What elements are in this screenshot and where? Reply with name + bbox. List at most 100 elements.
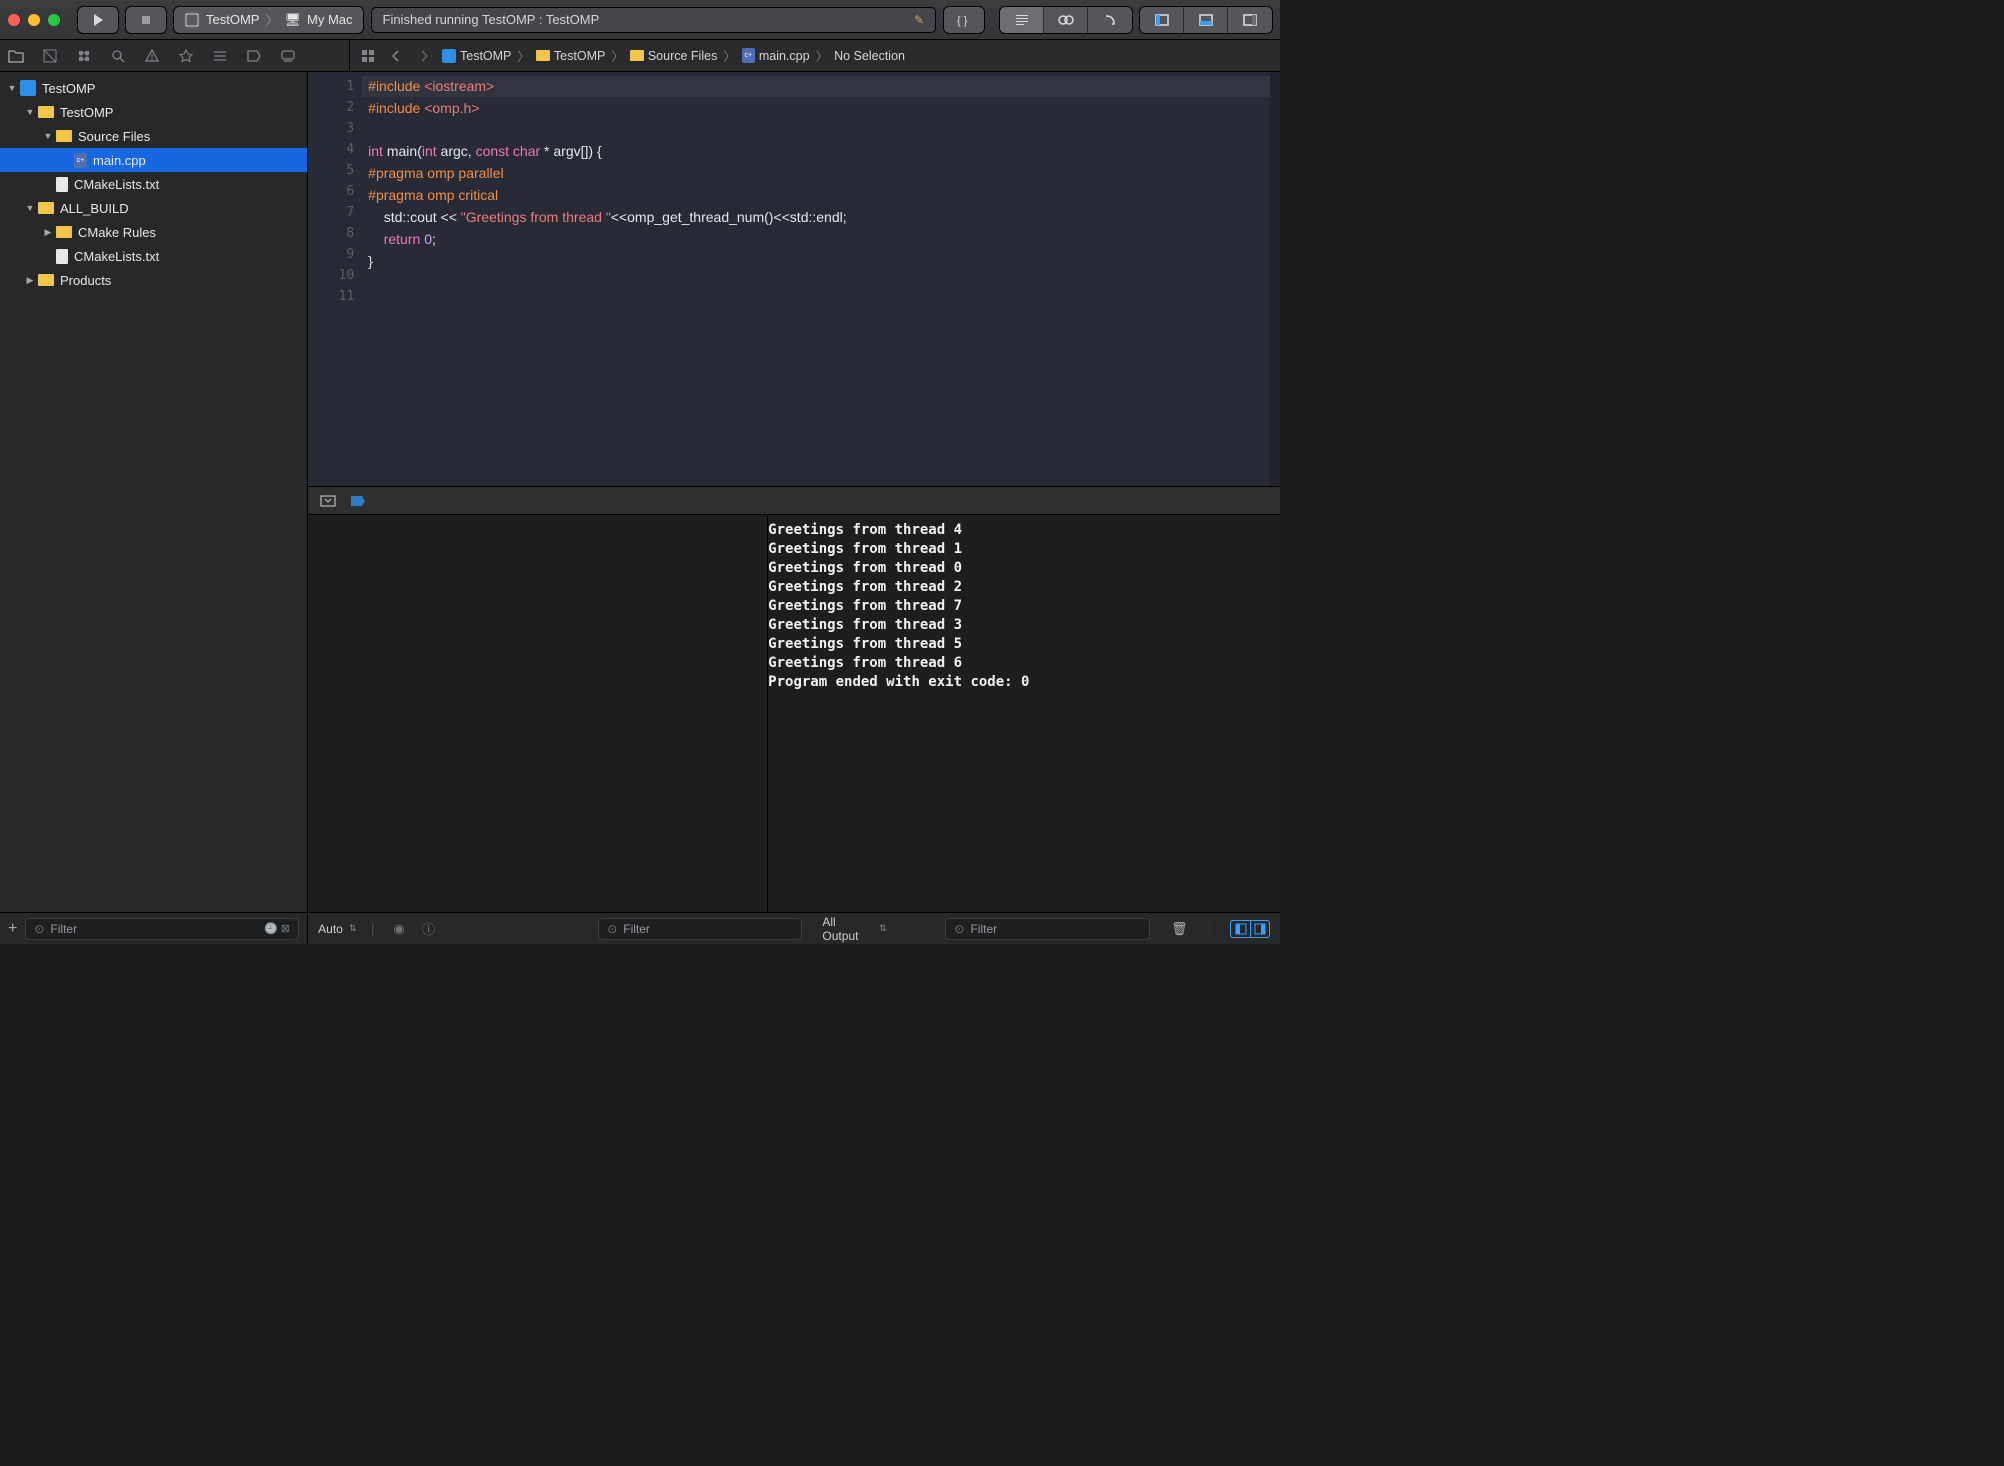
recent-filter-icon[interactable]: 🕘 ⊠ [264, 922, 290, 935]
standard-editor-button[interactable] [1000, 7, 1044, 33]
breadcrumb[interactable]: TestOMP〉 TestOMP〉 Source Files〉 main.cpp… [442, 46, 905, 65]
folder-icon [56, 226, 72, 238]
breakpoint-navigator-icon[interactable] [244, 46, 264, 66]
proj-icon [20, 80, 36, 96]
console-scope-popup[interactable]: All Output [822, 915, 886, 943]
tree-item[interactable]: ▼Source Files [0, 124, 307, 148]
monitor-icon: 🖥 [284, 12, 301, 28]
file-cpp-icon [74, 153, 87, 168]
file-icon [56, 249, 68, 264]
filter-icon: ⊙ [954, 922, 964, 936]
code-editor[interactable]: 1234567891011 #include <iostream> #inclu… [308, 72, 1280, 487]
divider: ｜ [366, 919, 379, 938]
symbol-navigator-icon[interactable] [74, 46, 94, 66]
version-editor-button[interactable] [1088, 7, 1132, 33]
console-pane-toggle[interactable] [1230, 920, 1270, 938]
report-navigator-icon[interactable] [278, 46, 298, 66]
file-icon [56, 177, 68, 192]
tree-item-label: Source Files [78, 129, 150, 144]
info-icon[interactable]: ⓘ [419, 919, 438, 939]
variables-scope-popup[interactable]: Auto [318, 922, 356, 936]
code-area[interactable]: #include <iostream> #include <omp.h> int… [362, 72, 1280, 486]
editor-mode-group [1000, 7, 1132, 33]
tree-item-label: ALL_BUILD [60, 201, 129, 216]
debug-toolbar [308, 487, 1280, 515]
tree-item[interactable]: ▶CMake Rules [0, 220, 307, 244]
scheme-destination: My Mac [307, 12, 353, 27]
console-filter[interactable]: ⊙ Filter [945, 918, 1149, 940]
scheme-target: TestOMP [206, 12, 259, 27]
debug-area: Greetings from thread 4 Greetings from t… [308, 515, 1280, 912]
breakpoint-toggle-icon[interactable] [348, 491, 368, 511]
tree-item-label: TestOMP [42, 81, 95, 96]
breadcrumb-item[interactable]: main.cpp [759, 49, 810, 63]
project-navigator-icon[interactable] [6, 46, 26, 66]
debug-bottom-bar: Auto ｜ ◉ ⓘ ⊙ Filter All Output ⊙ Filter … [308, 912, 1280, 944]
folder-icon [56, 130, 72, 142]
filter-icon: ⊙ [607, 922, 617, 936]
minimize-window-button[interactable] [28, 14, 40, 26]
add-button[interactable]: + [8, 920, 17, 938]
status-text: Finished running TestOMP : TestOMP [383, 12, 600, 27]
right-panel-toggle[interactable] [1228, 7, 1272, 33]
tree-item-label: main.cpp [93, 153, 146, 168]
code-review-button[interactable]: { } [944, 7, 984, 33]
file-tree[interactable]: ▼TestOMP▼TestOMP▼Source Filesmain.cppCMa… [0, 72, 307, 912]
left-panel-toggle[interactable] [1140, 7, 1184, 33]
breadcrumb-item[interactable]: Source Files [648, 49, 717, 63]
source-control-navigator-icon[interactable] [40, 46, 60, 66]
activity-status[interactable]: Finished running TestOMP : TestOMP ✎ [371, 7, 937, 33]
breadcrumb-item[interactable]: TestOMP [554, 49, 605, 63]
back-button[interactable] [386, 46, 406, 66]
editor-scrollbar[interactable] [1270, 72, 1280, 486]
tree-item[interactable]: CMakeLists.txt [0, 172, 307, 196]
folder-icon [38, 106, 54, 118]
test-navigator-icon[interactable] [176, 46, 196, 66]
filter-icon: ⊙ [34, 922, 44, 936]
stop-button[interactable] [126, 7, 166, 33]
tree-item[interactable]: ▼TestOMP [0, 76, 307, 100]
close-window-button[interactable] [8, 14, 20, 26]
folder-icon [38, 202, 54, 214]
zoom-window-button[interactable] [48, 14, 60, 26]
related-items-icon[interactable] [358, 46, 378, 66]
tree-item[interactable]: main.cpp [0, 148, 307, 172]
tree-item[interactable]: CMakeLists.txt [0, 244, 307, 268]
quicklook-icon[interactable]: ◉ [389, 919, 408, 939]
assistant-editor-button[interactable] [1044, 7, 1088, 33]
variables-filter[interactable]: ⊙ Filter [598, 918, 802, 940]
tree-item[interactable]: ▶Products [0, 268, 307, 292]
variables-view[interactable] [308, 515, 768, 912]
trash-icon[interactable]: 🗑 [1170, 919, 1189, 939]
find-navigator-icon[interactable] [108, 46, 128, 66]
tree-item-label: CMake Rules [78, 225, 156, 240]
wand-icon: ✎ [914, 13, 924, 27]
tree-item[interactable]: ▼ALL_BUILD [0, 196, 307, 220]
forward-button[interactable] [414, 46, 434, 66]
filter-placeholder: Filter [970, 922, 997, 936]
console-output[interactable]: Greetings from thread 4 Greetings from t… [768, 515, 1280, 912]
debug-navigator-icon[interactable] [210, 46, 230, 66]
navigator-filter[interactable]: ⊙ Filter 🕘 ⊠ [25, 918, 299, 940]
scheme-selector[interactable]: TestOMP 〉 🖥 My Mac [174, 7, 363, 33]
run-button[interactable] [78, 7, 118, 33]
blueprint-icon [184, 12, 200, 28]
tree-item-label: TestOMP [60, 105, 113, 120]
tree-item-label: CMakeLists.txt [74, 177, 159, 192]
issue-navigator-icon[interactable] [142, 46, 162, 66]
navigator-tabbar: TestOMP〉 TestOMP〉 Source Files〉 main.cpp… [0, 40, 1280, 72]
line-gutter[interactable]: 1234567891011 [308, 72, 362, 486]
tree-item[interactable]: ▼TestOMP [0, 100, 307, 124]
folder-icon [38, 274, 54, 286]
panel-toggle-group [1140, 7, 1272, 33]
window-controls [8, 14, 60, 26]
chevron-right-icon: 〉 [265, 10, 278, 29]
hide-debug-icon[interactable] [318, 491, 338, 511]
bottom-panel-toggle[interactable] [1184, 7, 1228, 33]
breadcrumb-item[interactable]: No Selection [834, 49, 905, 63]
filter-placeholder: Filter [623, 922, 650, 936]
breadcrumb-item[interactable]: TestOMP [460, 49, 511, 63]
svg-text:{ }: { } [957, 15, 968, 27]
tree-item-label: CMakeLists.txt [74, 249, 159, 264]
project-navigator: ▼TestOMP▼TestOMP▼Source Filesmain.cppCMa… [0, 72, 308, 944]
